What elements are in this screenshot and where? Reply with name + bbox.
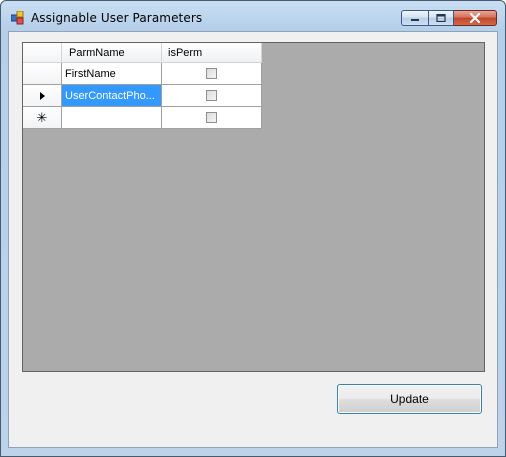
isperm-checkbox[interactable] bbox=[206, 112, 217, 123]
isperm-checkbox[interactable] bbox=[206, 68, 217, 79]
parmname-cell-selected[interactable]: UserContactPho... bbox=[62, 85, 162, 107]
isperm-cell[interactable] bbox=[162, 63, 262, 85]
window-title: Assignable User Parameters bbox=[31, 11, 203, 25]
isperm-checkbox[interactable] bbox=[206, 90, 217, 101]
row-header[interactable] bbox=[23, 63, 62, 85]
table-row: FirstName bbox=[23, 63, 262, 85]
isperm-cell[interactable] bbox=[162, 107, 262, 129]
column-header-parmname[interactable]: ParmName bbox=[62, 43, 162, 63]
column-header-isperm[interactable]: isPerm bbox=[162, 43, 262, 63]
parmname-cell[interactable] bbox=[62, 107, 162, 129]
maximize-button[interactable] bbox=[428, 10, 454, 26]
app-icon bbox=[11, 11, 24, 25]
title-bar[interactable]: Assignable User Parameters bbox=[1, 1, 505, 35]
application-window: Assignable User Parameters ParmName isPe… bbox=[0, 0, 506, 457]
table-row: UserContactPho... bbox=[23, 85, 262, 107]
row-header[interactable] bbox=[23, 85, 62, 107]
parmname-value: FirstName bbox=[65, 67, 116, 80]
client-area: ParmName isPerm FirstName UserContactPho… bbox=[8, 31, 498, 448]
parmname-cell[interactable]: FirstName bbox=[62, 63, 162, 85]
isperm-cell[interactable] bbox=[162, 85, 262, 107]
close-button[interactable] bbox=[454, 10, 497, 26]
parameters-grid[interactable]: ParmName isPerm FirstName UserContactPho… bbox=[22, 42, 485, 372]
update-button[interactable]: Update bbox=[337, 384, 482, 414]
maximize-icon bbox=[436, 14, 446, 22]
grid-header-row: ParmName isPerm bbox=[23, 43, 262, 63]
grid-table: ParmName isPerm FirstName UserContactPho… bbox=[23, 43, 262, 129]
row-header[interactable]: ✳ bbox=[23, 107, 62, 129]
minimize-button[interactable] bbox=[401, 10, 428, 26]
caption-buttons bbox=[401, 10, 497, 27]
grid-corner-header[interactable] bbox=[23, 43, 62, 63]
current-row-arrow-icon bbox=[39, 91, 45, 100]
minimize-icon bbox=[411, 19, 419, 21]
parmname-value: UserContactPho... bbox=[65, 89, 155, 102]
close-icon bbox=[469, 13, 481, 23]
new-row-asterisk-icon: ✳ bbox=[36, 111, 48, 126]
table-row-new: ✳ bbox=[23, 107, 262, 129]
